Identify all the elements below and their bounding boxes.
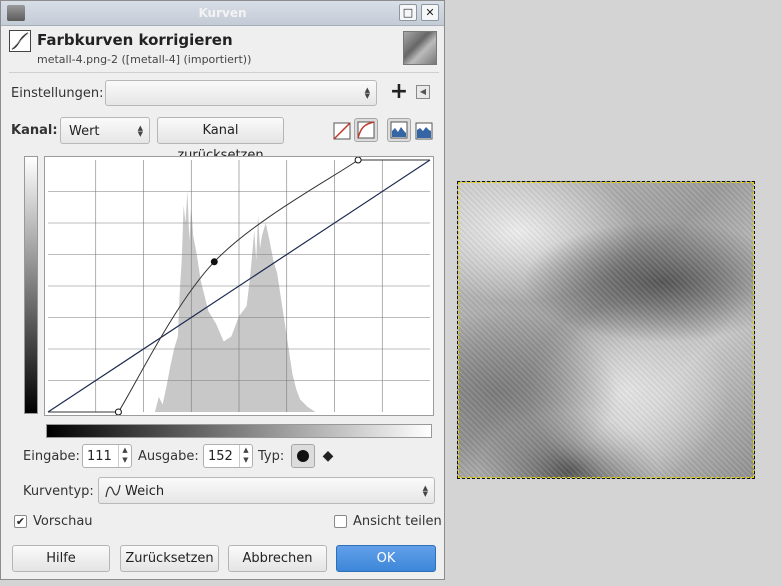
window-title: Kurven [198,6,247,20]
input-label: Eingabe: [23,449,80,464]
circle-point-icon[interactable] [291,444,315,468]
curve-type-value: Weich [125,484,165,499]
histogram [154,190,316,412]
updown-arrows-icon: ▲ ▼ [422,483,428,498]
input-spinbutton[interactable]: 111 ▲ ▼ [82,444,132,468]
curve-graph[interactable] [44,156,434,416]
curve-type-label: Kurventyp: [23,484,94,499]
presets-combo[interactable]: ▲ ▼ [105,80,377,106]
curve-svg[interactable] [45,156,433,416]
channel-combo[interactable]: Wert ▲ ▼ [60,117,150,144]
menu-arrow-icon[interactable]: ◀ [416,85,430,99]
split-view-checkbox[interactable] [334,515,347,528]
curves-dialog: Kurven □ ✕ Farbkurven korrigieren metall… [0,0,445,580]
selected-curve-point[interactable] [210,258,218,266]
curves-tool-icon [9,30,31,52]
updown-arrows-icon: ▲ ▼ [137,123,143,138]
spin-arrows-icon[interactable]: ▲ ▼ [239,445,252,467]
presets-label: Einstellungen: [11,86,104,101]
close-icon[interactable]: ✕ [421,4,439,21]
image-subtitle: metall-4.png-2 ([metall-4] (importiert)) [37,53,252,66]
log-histogram-icon[interactable] [412,119,436,143]
header-divider [9,72,439,73]
diamond-point-icon[interactable]: ◆ [320,448,336,464]
curve-type-combo[interactable]: Weich ▲ ▼ [98,477,435,504]
curve-point[interactable] [114,408,122,416]
dialog-heading: Farbkurven korrigieren [37,31,233,49]
updown-arrows-icon: ▲ ▼ [364,86,370,100]
reset-button[interactable]: Zurücksetzen [120,545,219,572]
output-gradient-bar [24,156,38,414]
preview-label[interactable]: Vorschau [33,514,93,529]
input-gradient-bar [46,424,432,438]
preview-checkbox[interactable]: ✔ [14,515,27,528]
histogram-shape [154,190,316,412]
split-view-label[interactable]: Ansicht teilen [353,514,442,529]
minimize-icon[interactable]: □ [399,4,417,21]
channel-value: Wert [69,124,100,139]
input-value: 111 [87,449,112,464]
plus-icon[interactable]: + [389,81,409,105]
spin-arrows-icon[interactable]: ▲ ▼ [118,445,131,467]
channel-label: Kanal: [11,123,58,138]
curve-point[interactable] [354,156,362,164]
log-curve-icon[interactable] [354,118,378,142]
point-type-label: Typ: [258,449,285,464]
image-thumbnail [403,31,437,65]
linear-histogram-icon[interactable] [387,118,411,142]
output-label: Ausgabe: [138,449,199,464]
image-canvas[interactable] [457,181,755,479]
reset-channel-button[interactable]: Kanal zurücksetzen [157,117,284,163]
smooth-curve-icon [105,484,121,498]
title-bar[interactable]: Kurven □ ✕ [1,1,444,26]
cancel-button[interactable]: Abbrechen [228,545,327,572]
output-spinbutton[interactable]: 152 ▲ ▼ [203,444,253,468]
ok-button[interactable]: OK [336,545,436,572]
linear-curve-icon[interactable] [330,119,354,143]
output-value: 152 [208,449,233,464]
help-button[interactable]: Hilfe [12,545,110,572]
